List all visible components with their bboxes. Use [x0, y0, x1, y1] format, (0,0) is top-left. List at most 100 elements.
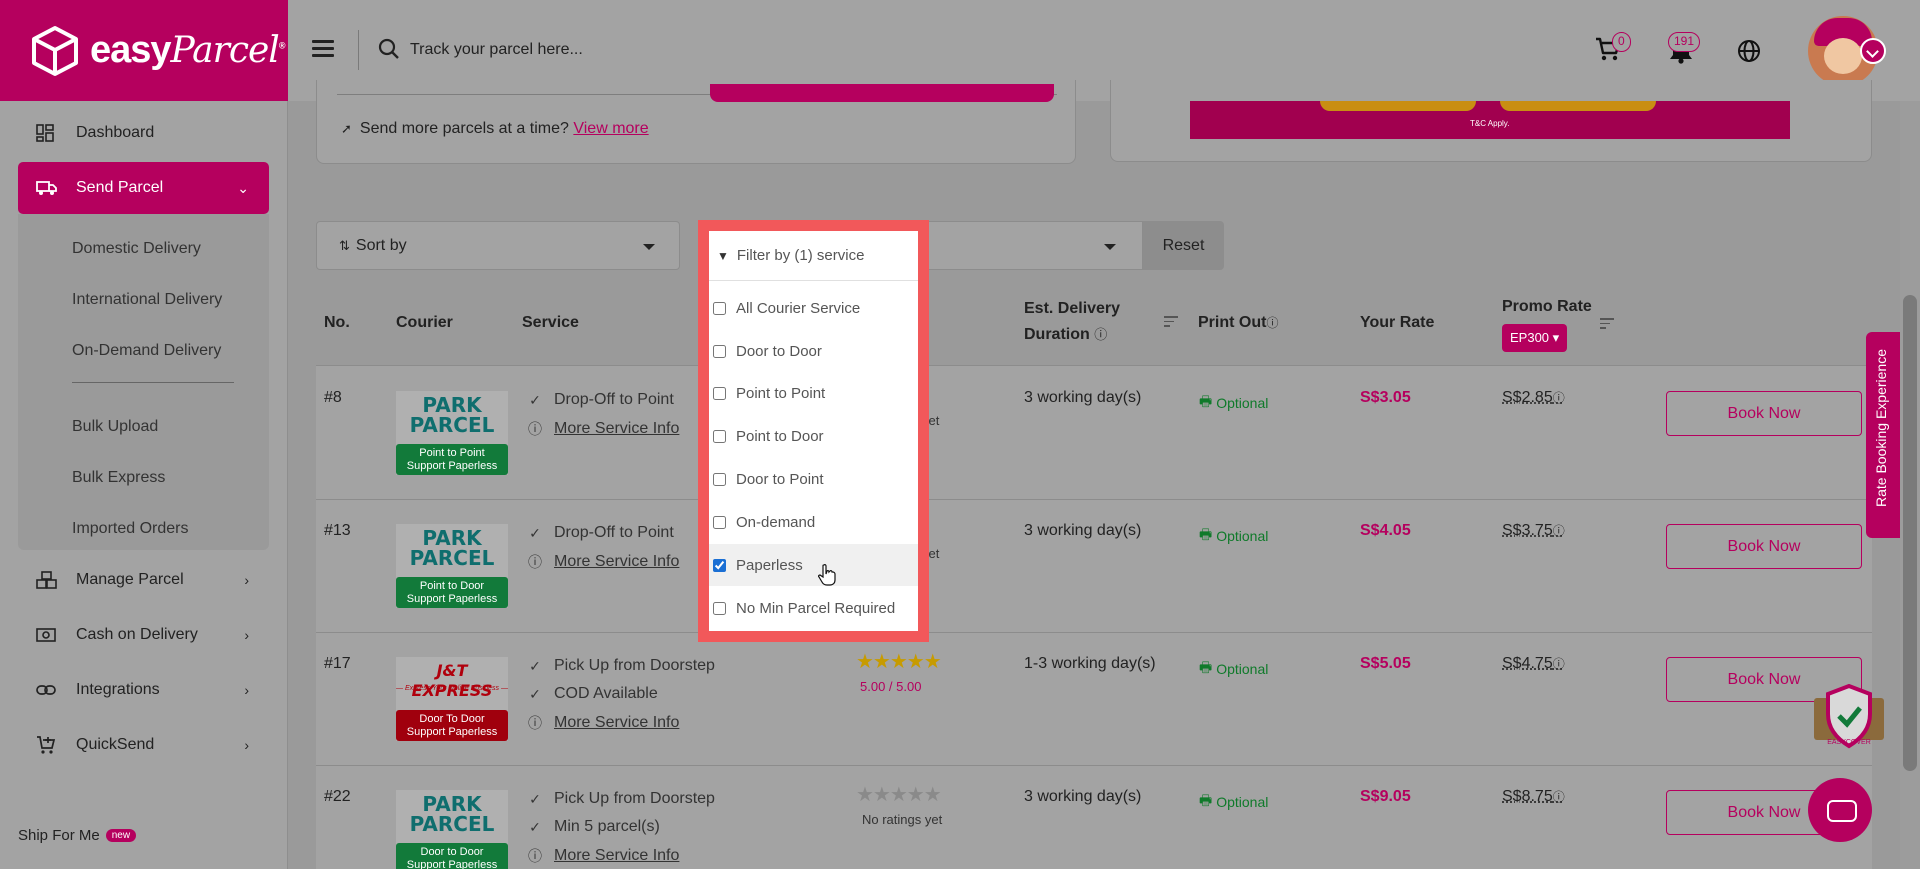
- table-row: #17 J&T EXPRESS — Express Your Online Bu…: [316, 633, 1872, 766]
- submenu-bulk-upload[interactable]: Bulk Upload: [72, 418, 158, 436]
- table-header: No. Courier Service Est. Delivery Durati…: [316, 280, 1872, 366]
- promo-rate[interactable]: S$2.85ⓘ: [1502, 389, 1565, 407]
- help-icon: ⓘ: [1266, 316, 1279, 330]
- ship-for-me-link[interactable]: Ship For Me new: [18, 827, 137, 844]
- submenu-on-demand-delivery[interactable]: On-Demand Delivery: [72, 342, 221, 360]
- promo-rate[interactable]: S$8.75ⓘ: [1502, 788, 1565, 806]
- filter-option-door-to-door[interactable]: Door to Door: [709, 330, 918, 372]
- promo-rate[interactable]: S$3.75ⓘ: [1502, 522, 1565, 540]
- filter-option-door-to-point[interactable]: Door to Point: [709, 458, 918, 500]
- col-courier: Courier: [396, 314, 453, 331]
- cash-icon: [36, 628, 58, 642]
- check-icon: ✓: [529, 524, 541, 541]
- service-feature: ✓ COD Available: [526, 685, 658, 703]
- submenu-domestic-delivery[interactable]: Domestic Delivery: [72, 240, 201, 258]
- promo-rate[interactable]: S$4.75ⓘ: [1502, 655, 1565, 673]
- row-number: #13: [324, 522, 351, 539]
- filter-checkbox[interactable]: [713, 515, 726, 529]
- row-number: #22: [324, 788, 351, 805]
- filter-checkbox[interactable]: [713, 301, 726, 315]
- filter-option-on-demand[interactable]: On-demand: [709, 501, 918, 543]
- filter-option-point-to-point[interactable]: Point to Point: [709, 372, 918, 414]
- filter-option-point-to-door[interactable]: Point to Door: [709, 415, 918, 457]
- easycover-shield-icon[interactable]: EASYCOVER: [1812, 684, 1886, 750]
- more-service-info-link[interactable]: ⓘ More Service Info: [526, 846, 679, 866]
- send-more-text: ➚ Send more parcels at a time? View more: [341, 120, 649, 138]
- more-service-info-link[interactable]: ⓘ More Service Info: [526, 552, 679, 572]
- service-feature: ✓ Pick Up from Doorstep: [526, 657, 715, 675]
- sort-lines-icon[interactable]: [1600, 318, 1614, 332]
- sidebar-item-label: Send Parcel: [76, 179, 164, 196]
- sidebar-item-cash-on-delivery[interactable]: Cash on Delivery ›: [18, 612, 269, 658]
- table-row: #13 PARK PARCEL Point to Door Support Pap…: [316, 500, 1872, 633]
- boxes-icon: [36, 571, 58, 589]
- filter-checkbox[interactable]: [713, 344, 726, 358]
- filter-option-all-courier-service[interactable]: All Courier Service: [709, 287, 918, 329]
- chat-button[interactable]: [1808, 778, 1872, 842]
- sort-icon: ⇅: [339, 237, 350, 253]
- rating-text: 5.00 / 5.00: [860, 679, 922, 694]
- service-feature: ✓ Min 5 parcel(s): [526, 818, 660, 836]
- submenu-international-delivery[interactable]: International Delivery: [72, 291, 222, 309]
- col-no: No.: [324, 314, 350, 331]
- filter-checkbox[interactable]: [713, 386, 726, 400]
- reset-button[interactable]: Reset: [1143, 221, 1224, 270]
- table-row: #8 PARK PARCEL Point to Point Support Pap…: [316, 367, 1872, 500]
- submenu-imported-orders[interactable]: Imported Orders: [72, 520, 188, 538]
- menu-icon[interactable]: [312, 40, 334, 58]
- scrollbar-thumb[interactable]: [1903, 295, 1917, 771]
- view-more-link[interactable]: View more: [573, 120, 648, 138]
- row-number: #17: [324, 655, 351, 672]
- filter-checkbox[interactable]: [713, 472, 726, 486]
- filter-checkbox[interactable]: [713, 558, 726, 572]
- globe-icon[interactable]: [1737, 39, 1761, 63]
- col-your-rate: Your Rate: [1360, 314, 1435, 331]
- sidebar-item-label: Cash on Delivery: [76, 626, 198, 643]
- book-now-button[interactable]: Book Now: [1666, 524, 1862, 569]
- col-delivery-duration[interactable]: Est. Delivery Duration ⓘ: [1024, 300, 1120, 344]
- chevron-right-icon: ›: [244, 627, 249, 643]
- filter-checkbox[interactable]: [713, 429, 726, 443]
- filter-option-no-min-parcel[interactable]: No Min Parcel Required: [709, 587, 918, 629]
- promo-code-dropdown[interactable]: EP300 ▾: [1502, 324, 1568, 352]
- col-promo-rate: Promo Rate: [1502, 298, 1592, 315]
- brand-logo[interactable]: easyParcel®: [0, 0, 288, 101]
- sidebar-item-dashboard[interactable]: Dashboard: [18, 110, 269, 156]
- print-optional: 🖶 Optional: [1199, 657, 1268, 681]
- filter-dropdown-header[interactable]: ▼ Filter by (1) service: [709, 231, 918, 281]
- ship-for-me-label: Ship For Me: [18, 827, 100, 844]
- sort-by-select[interactable]: ⇅ Sort by: [316, 221, 680, 270]
- track-parcel-input[interactable]: [410, 32, 910, 68]
- filter-option-paperless[interactable]: Paperless: [709, 544, 918, 586]
- sidebar-item-label: Integrations: [76, 681, 160, 698]
- filter-select-trigger[interactable]: [928, 221, 1143, 270]
- submenu-bulk-express[interactable]: Bulk Express: [72, 469, 165, 487]
- dashboard-icon: [36, 124, 58, 142]
- book-now-button[interactable]: Book Now: [1666, 391, 1862, 436]
- sort-lines-icon[interactable]: [1164, 316, 1178, 330]
- info-icon: ⓘ: [528, 848, 542, 864]
- more-service-info-link[interactable]: ⓘ More Service Info: [526, 419, 679, 439]
- courier-logo-park-parcel: PARK PARCEL Point to Door Support Paperle…: [396, 524, 508, 608]
- account-dropdown-button[interactable]: [1860, 38, 1886, 64]
- get-quote-button-edge[interactable]: [710, 84, 1054, 102]
- sidebar-item-quicksend[interactable]: QuickSend ›: [18, 722, 269, 768]
- new-badge: new: [105, 829, 137, 842]
- delivery-duration: 3 working day(s): [1024, 788, 1142, 805]
- filter-checkbox[interactable]: [713, 601, 726, 615]
- submenu-divider: [72, 382, 234, 383]
- service-feature: ✓ Drop-Off to Point: [526, 524, 674, 542]
- rocket-icon: ➚: [341, 121, 352, 136]
- hand-cursor-icon: [818, 563, 836, 586]
- notification-count-badge: 191: [1668, 32, 1701, 52]
- sidebar-item-send-parcel[interactable]: Send Parcel ⌄: [18, 162, 269, 214]
- chevron-right-icon: ›: [244, 682, 249, 698]
- more-service-info-link[interactable]: ⓘ More Service Info: [526, 713, 679, 733]
- sidebar-item-manage-parcel[interactable]: Manage Parcel ›: [18, 557, 269, 603]
- promo-banner[interactable]: T&C Apply.: [1190, 101, 1790, 139]
- sidebar-item-integrations[interactable]: Integrations ›: [18, 667, 269, 713]
- search-icon: [378, 38, 399, 59]
- check-icon: ✓: [529, 657, 541, 674]
- rate-booking-experience-tab[interactable]: Rate Booking Experience: [1866, 332, 1900, 538]
- print-optional: 🖶 Optional: [1199, 391, 1268, 415]
